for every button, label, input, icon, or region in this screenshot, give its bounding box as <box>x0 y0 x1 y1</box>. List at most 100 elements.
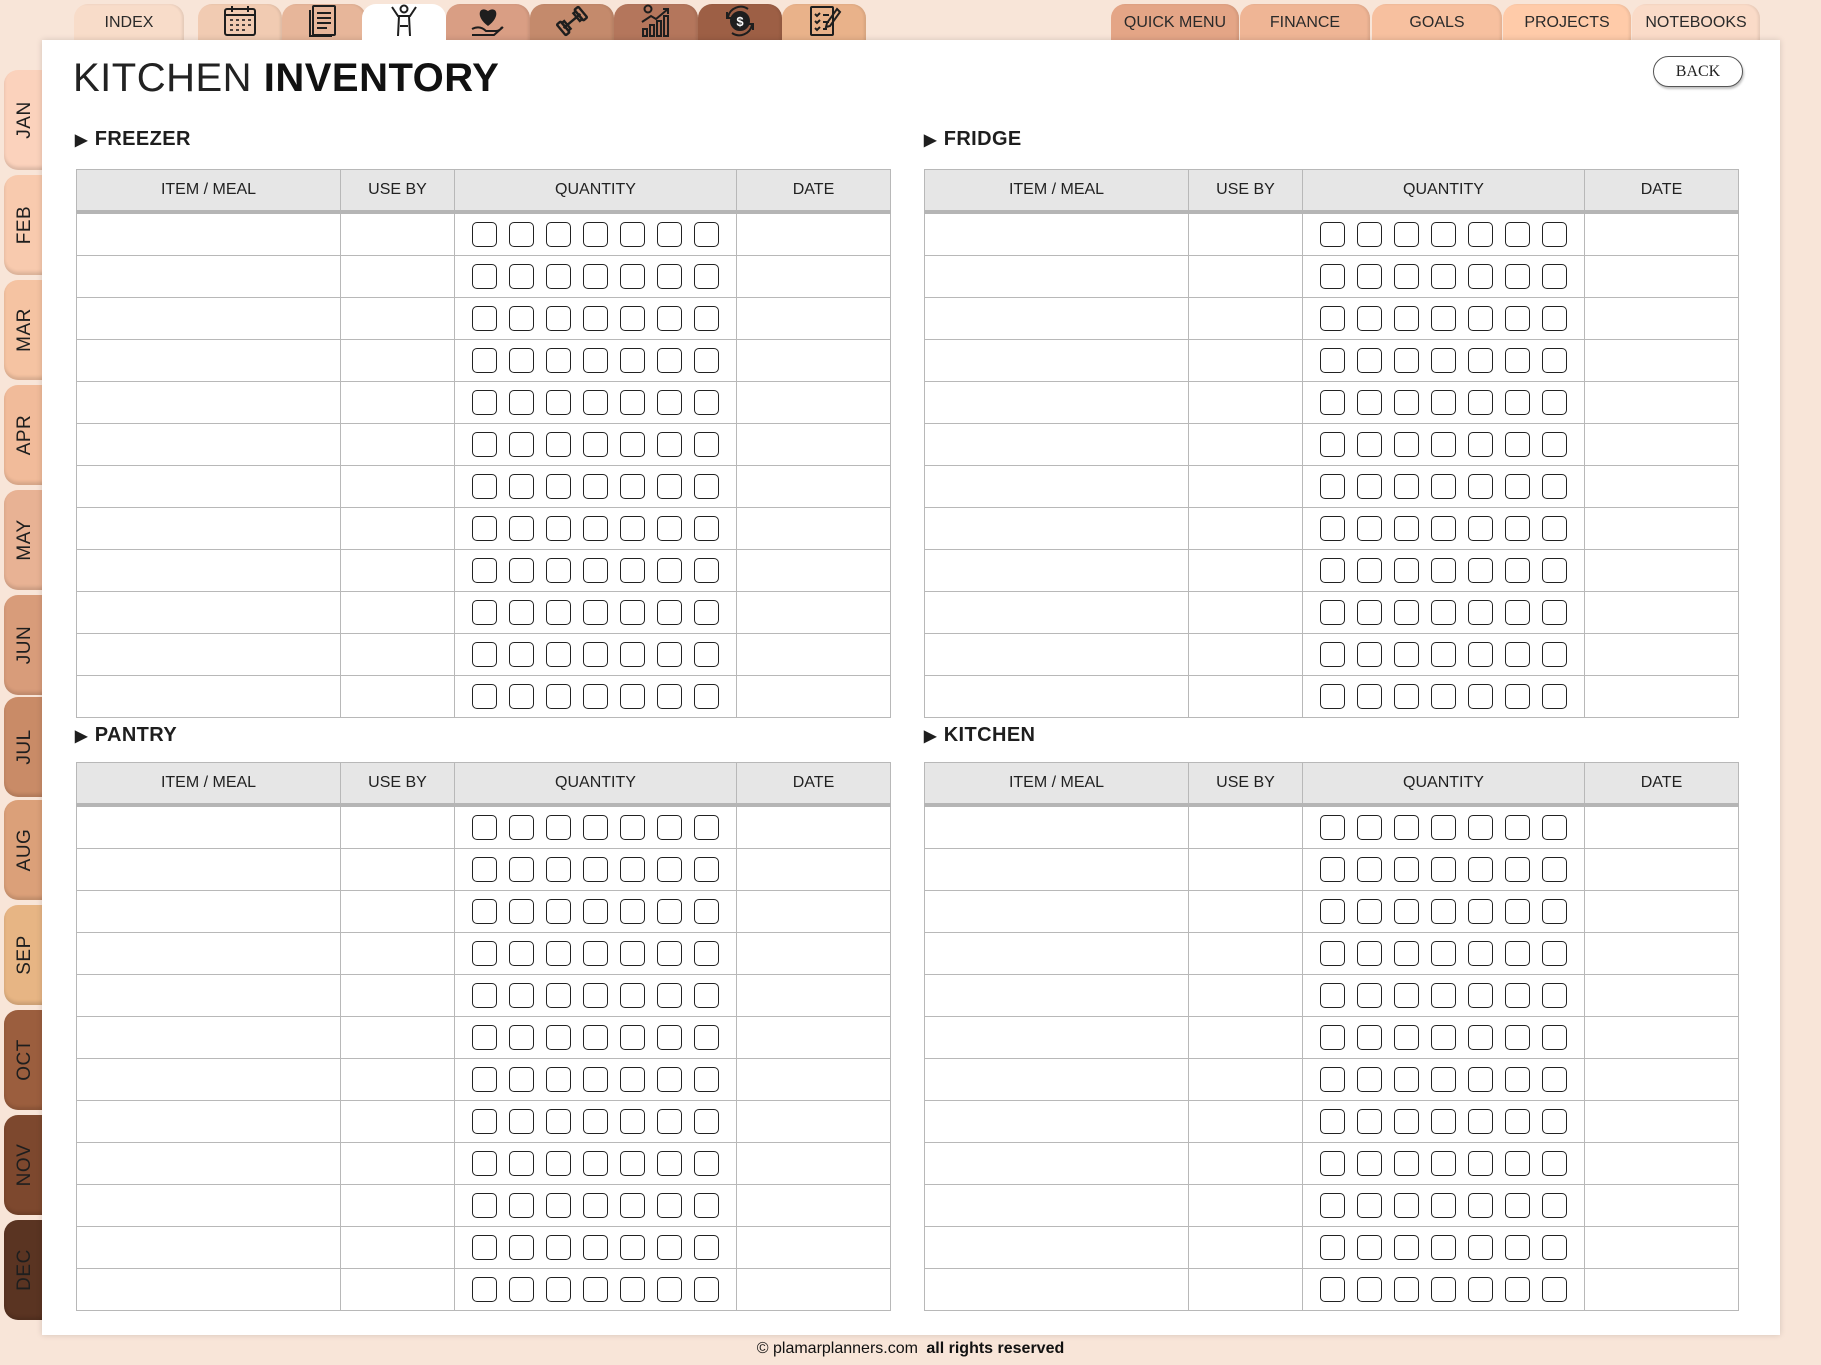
date-cell[interactable] <box>736 1142 891 1185</box>
quantity-checkbox[interactable] <box>509 1109 534 1134</box>
item-meal-cell[interactable] <box>924 465 1189 508</box>
quantity-checkbox[interactable] <box>1468 983 1493 1008</box>
item-meal-cell[interactable] <box>924 1268 1189 1311</box>
date-cell[interactable] <box>736 848 891 891</box>
quantity-checkbox[interactable] <box>472 857 497 882</box>
tab-quick-menu[interactable]: QUICK MENU <box>1111 4 1239 44</box>
quantity-checkbox[interactable] <box>583 1277 608 1302</box>
item-meal-cell[interactable] <box>76 465 341 508</box>
quantity-checkbox[interactable] <box>620 516 645 541</box>
quantity-checkbox[interactable] <box>1468 1151 1493 1176</box>
use-by-cell[interactable] <box>1188 549 1303 592</box>
item-meal-cell[interactable] <box>924 507 1189 550</box>
item-meal-cell[interactable] <box>924 633 1189 676</box>
quantity-checkbox[interactable] <box>1431 815 1456 840</box>
quantity-checkbox[interactable] <box>620 558 645 583</box>
use-by-cell[interactable] <box>1188 890 1303 933</box>
quantity-checkbox[interactable] <box>1468 558 1493 583</box>
quantity-checkbox[interactable] <box>1320 432 1345 457</box>
tab-heart[interactable] <box>446 4 530 44</box>
quantity-checkbox[interactable] <box>1542 941 1567 966</box>
use-by-cell[interactable] <box>1188 848 1303 891</box>
quantity-checkbox[interactable] <box>1357 642 1382 667</box>
quantity-checkbox[interactable] <box>1357 815 1382 840</box>
quantity-checkbox[interactable] <box>509 1277 534 1302</box>
use-by-cell[interactable] <box>340 591 455 634</box>
quantity-checkbox[interactable] <box>620 1277 645 1302</box>
item-meal-cell[interactable] <box>76 974 341 1017</box>
use-by-cell[interactable] <box>340 633 455 676</box>
use-by-cell[interactable] <box>1188 423 1303 466</box>
back-button[interactable]: BACK <box>1653 56 1743 87</box>
use-by-cell[interactable] <box>1188 507 1303 550</box>
quantity-checkbox[interactable] <box>509 474 534 499</box>
item-meal-cell[interactable] <box>76 507 341 550</box>
quantity-checkbox[interactable] <box>1431 1235 1456 1260</box>
quantity-checkbox[interactable] <box>472 222 497 247</box>
use-by-cell[interactable] <box>1188 465 1303 508</box>
quantity-checkbox[interactable] <box>1431 983 1456 1008</box>
item-meal-cell[interactable] <box>924 675 1189 718</box>
quantity-checkbox[interactable] <box>1468 1109 1493 1134</box>
item-meal-cell[interactable] <box>76 297 341 340</box>
quantity-checkbox[interactable] <box>1505 899 1530 924</box>
quantity-checkbox[interactable] <box>1357 1109 1382 1134</box>
date-cell[interactable] <box>736 591 891 634</box>
quantity-checkbox[interactable] <box>1468 642 1493 667</box>
quantity-checkbox[interactable] <box>472 684 497 709</box>
quantity-checkbox[interactable] <box>657 983 682 1008</box>
tab-fitness[interactable] <box>530 4 614 44</box>
item-meal-cell[interactable] <box>76 381 341 424</box>
quantity-checkbox[interactable] <box>583 1193 608 1218</box>
tab-calendar[interactable] <box>198 4 282 44</box>
quantity-checkbox[interactable] <box>1505 857 1530 882</box>
quantity-checkbox[interactable] <box>1431 899 1456 924</box>
date-cell[interactable] <box>1584 591 1739 634</box>
quantity-checkbox[interactable] <box>546 684 571 709</box>
use-by-cell[interactable] <box>1188 381 1303 424</box>
quantity-checkbox[interactable] <box>694 642 719 667</box>
quantity-checkbox[interactable] <box>1394 983 1419 1008</box>
item-meal-cell[interactable] <box>924 211 1189 256</box>
tab-growth[interactable] <box>614 4 698 44</box>
quantity-checkbox[interactable] <box>694 558 719 583</box>
quantity-checkbox[interactable] <box>546 1109 571 1134</box>
quantity-checkbox[interactable] <box>694 1235 719 1260</box>
quantity-checkbox[interactable] <box>1542 815 1567 840</box>
quantity-checkbox[interactable] <box>583 1067 608 1092</box>
quantity-checkbox[interactable] <box>509 390 534 415</box>
quantity-checkbox[interactable] <box>1542 432 1567 457</box>
month-tab-oct[interactable]: OCT <box>4 1010 46 1110</box>
use-by-cell[interactable] <box>1188 255 1303 298</box>
quantity-checkbox[interactable] <box>509 432 534 457</box>
quantity-checkbox[interactable] <box>1505 306 1530 331</box>
quantity-checkbox[interactable] <box>1505 390 1530 415</box>
quantity-checkbox[interactable] <box>1468 1277 1493 1302</box>
quantity-checkbox[interactable] <box>546 432 571 457</box>
quantity-checkbox[interactable] <box>1542 1151 1567 1176</box>
quantity-checkbox[interactable] <box>509 941 534 966</box>
quantity-checkbox[interactable] <box>1431 1109 1456 1134</box>
quantity-checkbox[interactable] <box>1394 1151 1419 1176</box>
month-tab-apr[interactable]: APR <box>4 385 46 485</box>
quantity-checkbox[interactable] <box>1357 306 1382 331</box>
quantity-checkbox[interactable] <box>657 474 682 499</box>
quantity-checkbox[interactable] <box>1394 558 1419 583</box>
use-by-cell[interactable] <box>340 381 455 424</box>
quantity-checkbox[interactable] <box>472 432 497 457</box>
quantity-checkbox[interactable] <box>620 600 645 625</box>
quantity-checkbox[interactable] <box>657 1277 682 1302</box>
quantity-checkbox[interactable] <box>472 516 497 541</box>
date-cell[interactable] <box>1584 211 1739 256</box>
quantity-checkbox[interactable] <box>1468 222 1493 247</box>
quantity-checkbox[interactable] <box>620 1109 645 1134</box>
quantity-checkbox[interactable] <box>1505 222 1530 247</box>
use-by-cell[interactable] <box>340 1100 455 1143</box>
quantity-checkbox[interactable] <box>1357 348 1382 373</box>
quantity-checkbox[interactable] <box>620 642 645 667</box>
quantity-checkbox[interactable] <box>583 815 608 840</box>
quantity-checkbox[interactable] <box>1468 941 1493 966</box>
quantity-checkbox[interactable] <box>472 1109 497 1134</box>
date-cell[interactable] <box>736 932 891 975</box>
date-cell[interactable] <box>736 465 891 508</box>
